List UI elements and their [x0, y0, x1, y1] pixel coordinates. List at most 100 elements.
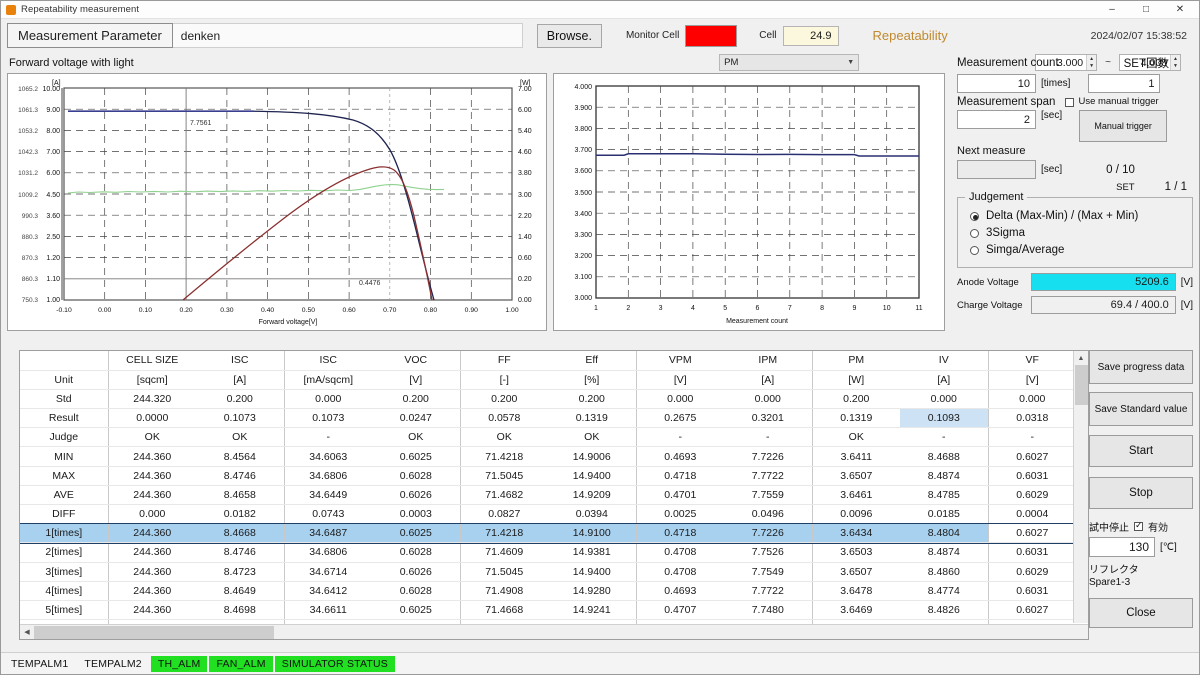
table-vertical-scrollbar[interactable]: ▲	[1073, 351, 1088, 623]
repeatability-trend-panel: 4.000 3.900 3.800 3.700 3.600 3.500 3.400 3.3…	[553, 73, 945, 331]
table-row[interactable]: 3[times] 244.360 8.4723 34.6714 0.6026 7…	[20, 562, 1076, 582]
use-manual-trigger-checkbox[interactable]	[1065, 98, 1075, 107]
spare-label: Spare1-3	[1089, 577, 1131, 588]
graph-title: Forward voltage with light	[9, 56, 134, 69]
svg-text:3.100: 3.100	[574, 274, 592, 281]
set-count-input[interactable]: 1	[1088, 74, 1161, 93]
measurement-count-input[interactable]: 10	[957, 74, 1036, 93]
cell: 244.360	[108, 600, 196, 621]
judgement-option-sigma-average[interactable]: Simga/Average	[970, 244, 1184, 256]
cell: [A]	[196, 370, 285, 390]
close-button[interactable]: Close	[1089, 598, 1193, 628]
monitor-cell-label: Monitor Cell	[625, 30, 680, 41]
window-title: Repeatability measurement	[21, 4, 140, 15]
close-icon[interactable]: ✕	[1163, 1, 1197, 19]
scroll-left-icon[interactable]: ◀	[20, 625, 34, 639]
judgement-option-delta-label: Delta (Max-Min) / (Max + Min)	[986, 210, 1139, 222]
svg-text:4: 4	[691, 305, 695, 312]
save-progress-data-button[interactable]: Save progress data	[1089, 350, 1193, 384]
cell: 34.6714	[284, 562, 372, 582]
cell: 0.6031	[988, 581, 1076, 601]
svg-text:1: 1	[594, 305, 598, 312]
cell: 3.6478	[812, 581, 900, 601]
cell: 0.0003	[372, 504, 461, 525]
svg-text:10.00: 10.00	[42, 86, 60, 93]
measurement-span-input[interactable]: 2	[957, 110, 1036, 129]
set-counter: 1 / 1	[1164, 181, 1187, 193]
vertical-scroll-thumb[interactable]	[1075, 365, 1088, 405]
svg-text:6.00: 6.00	[46, 170, 60, 177]
table-row[interactable]: 4[times] 244.360 8.4649 34.6412 0.6028 7…	[20, 581, 1076, 601]
col-head-0	[20, 351, 109, 371]
parameter-path-field[interactable]: denken	[172, 23, 523, 48]
table-row[interactable]: 1[times] 244.360 8.4668 34.6487 0.6025 7…	[20, 522, 1077, 544]
svg-text:2.50: 2.50	[46, 234, 60, 241]
row-label: AVE	[20, 485, 109, 506]
svg-text:2: 2	[626, 305, 630, 312]
svg-text:3.80: 3.80	[518, 170, 532, 177]
row-label: 4[times]	[20, 581, 109, 601]
cell: 34.6806	[284, 466, 372, 486]
svg-text:1.00: 1.00	[46, 297, 60, 304]
cell: 0.6028	[372, 581, 461, 601]
table-horizontal-scrollbar[interactable]: ◀	[20, 624, 1088, 639]
cell: 0.0025	[636, 504, 724, 525]
row-label: Std	[20, 389, 109, 410]
cell: 0.200	[196, 389, 285, 410]
cell: 0.000	[636, 389, 724, 410]
table-row-diff: DIFF 0.000 0.0182 0.0743 0.0003 0.0827 0…	[20, 504, 1076, 525]
start-button[interactable]: Start	[1089, 435, 1193, 467]
cell: 0.0096	[812, 504, 900, 525]
save-standard-value-button[interactable]: Save Standard value	[1089, 392, 1193, 426]
anode-voltage-label: Anode Voltage	[957, 276, 1019, 288]
cell: 0.0247	[372, 408, 461, 429]
measurement-span-unit: [sec]	[1041, 110, 1063, 121]
cell: 14.9400	[548, 562, 637, 582]
temperature-limit-input[interactable]: 130	[1089, 537, 1155, 557]
browse-button[interactable]: Browse.	[536, 23, 602, 48]
svg-text:0.40: 0.40	[261, 307, 274, 314]
results-table[interactable]: CELL SIZE ISC ISC VOC FF Eff VPM IPM PM …	[19, 350, 1089, 640]
row-label: Result	[20, 408, 109, 429]
maximize-icon[interactable]: □	[1129, 1, 1163, 19]
cell: 7.7559	[724, 485, 813, 506]
cell: 0.6028	[372, 466, 461, 486]
cell: 71.4908	[460, 581, 548, 601]
cell: -	[988, 427, 1076, 448]
col-head-7: VPM	[636, 351, 724, 371]
row-label: MAX	[20, 466, 109, 486]
table-row[interactable]: 2[times] 244.360 8.4746 34.6806 0.6028 7…	[20, 542, 1076, 563]
cell: 0.200	[548, 389, 637, 410]
judgement-option-3sigma[interactable]: 3Sigma	[970, 227, 1184, 239]
cell: 34.6487	[284, 523, 372, 544]
minimize-icon[interactable]: –	[1095, 1, 1129, 19]
table-row[interactable]: 5[times] 244.360 8.4698 34.6611 0.6025 7…	[20, 600, 1076, 621]
cell: 0.6027	[988, 600, 1076, 621]
svg-text:3.00: 3.00	[518, 192, 532, 199]
enable-checkbox[interactable]	[1134, 520, 1143, 531]
cell: 8.4826	[900, 600, 989, 621]
stop-button[interactable]: Stop	[1089, 477, 1193, 509]
status-th-alm: TH_ALM	[150, 655, 208, 672]
cell: 0.6025	[372, 523, 461, 544]
app-icon	[6, 4, 16, 15]
top-toolbar: Measurement Parameter denken Browse. Mon…	[1, 19, 1199, 52]
cell: 8.4564	[196, 446, 285, 467]
judgement-caption: Judgement	[965, 191, 1028, 203]
radio-icon	[970, 211, 979, 221]
svg-text:6.00: 6.00	[518, 107, 532, 114]
svg-text:8.00: 8.00	[46, 128, 60, 135]
manual-trigger-button[interactable]: Manual trigger	[1079, 110, 1168, 142]
svg-text:3.500: 3.500	[574, 190, 592, 197]
svg-text:0.20: 0.20	[518, 276, 532, 283]
cell: -	[636, 427, 724, 448]
scroll-up-icon[interactable]: ▲	[1074, 351, 1088, 365]
cell: 244.360	[108, 446, 196, 467]
cell: 244.360	[108, 523, 196, 544]
trend-parameter-select[interactable]: PM ▼	[719, 54, 860, 71]
monitor-cell-indicator	[685, 24, 738, 47]
cell: 8.4698	[196, 600, 285, 621]
judgement-option-delta[interactable]: Delta (Max-Min) / (Max + Min)	[970, 210, 1184, 222]
tab-measurement-parameter[interactable]: Measurement Parameter	[7, 23, 173, 48]
horizontal-scroll-thumb[interactable]	[34, 626, 274, 639]
